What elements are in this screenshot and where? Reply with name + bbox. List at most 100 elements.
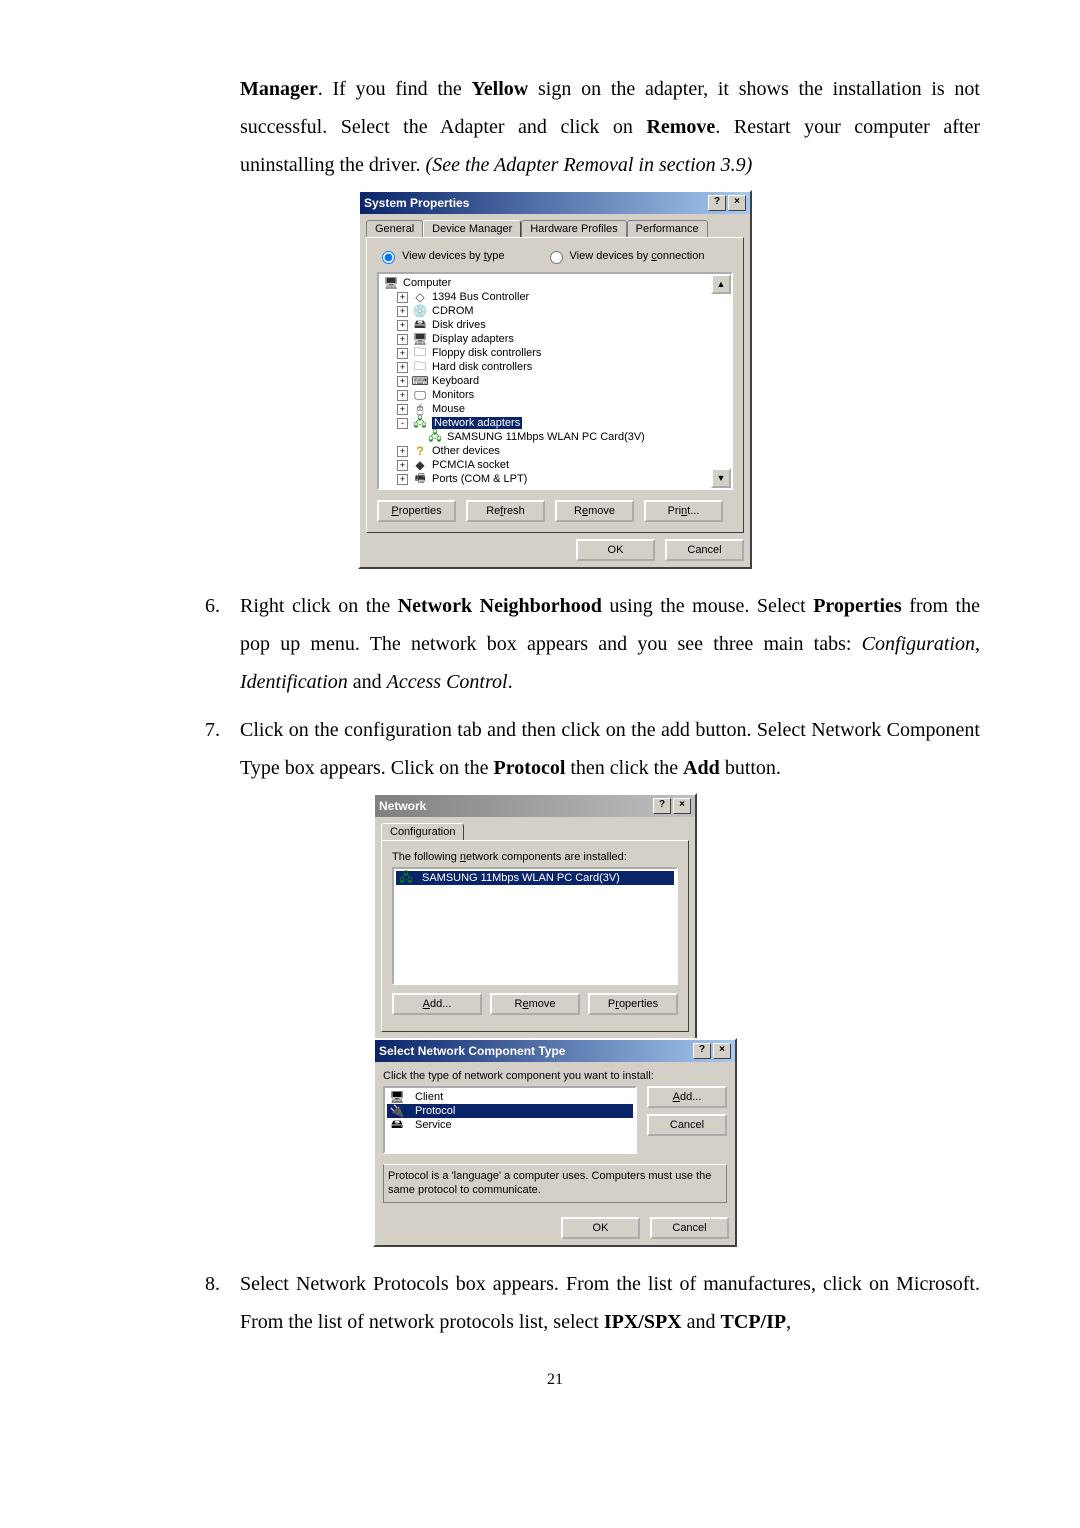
tree-label: Hard disk controllers (432, 361, 532, 373)
tree-item[interactable]: +🖥Display adapters (379, 332, 731, 346)
tab-device-manager[interactable]: Device Manager (423, 220, 521, 237)
step-8: 8. Select Network Protocols box appears.… (130, 1265, 980, 1341)
remove-button[interactable]: Remove (555, 500, 634, 522)
component-type-list[interactable]: 🖥Client 🔌Protocol 🖴Service (383, 1086, 637, 1154)
cancel-button[interactable]: Cancel (665, 539, 744, 561)
tree-label: Network adapters (432, 417, 522, 429)
tree-item[interactable]: + ◇ 1394 Bus Controller (379, 290, 731, 304)
close-icon[interactable]: × (673, 798, 691, 814)
cancel-button[interactable]: Cancel (647, 1114, 727, 1136)
tree-item[interactable]: + 🖵 Monitors (379, 388, 731, 402)
ok-button[interactable]: OK (576, 539, 655, 561)
device-icon: 🖥 (383, 276, 399, 290)
network-dialog: Network ? × Configuration The following … (373, 793, 697, 1040)
tab-configuration[interactable]: Configuration (381, 823, 464, 840)
properties-button[interactable]: Properties (377, 500, 456, 522)
remove-button[interactable]: Remove (490, 993, 580, 1015)
tree-label: Ports (COM & LPT) (432, 473, 527, 485)
device-icon: ◇ (412, 290, 428, 304)
expand-icon[interactable]: + (397, 292, 408, 303)
list-item[interactable]: 🖴Service (387, 1118, 633, 1132)
expand-icon[interactable]: + (397, 306, 408, 317)
dialog-title-text: System Properties (364, 196, 469, 210)
tree-item[interactable]: +🖴Disk drives (379, 318, 731, 332)
tree-item[interactable]: + 🖷 Ports (COM & LPT) (379, 472, 731, 486)
expand-icon[interactable]: + (397, 404, 408, 415)
refresh-button[interactable]: Refresh (466, 500, 545, 522)
tab-hardware-profiles[interactable]: Hardware Profiles (521, 220, 626, 237)
expand-icon[interactable]: + (397, 320, 408, 331)
tree-label: Computer (403, 277, 451, 289)
device-tree[interactable]: ▲ ▼ 🖥 Computer + ◇ 1394 Bus Controller+💿CDRO… (377, 272, 733, 490)
help-icon[interactable]: ? (693, 1043, 711, 1059)
tree-item[interactable]: +🗀Hard disk controllers (379, 360, 731, 374)
selcomp-titlebar: Select Network Component Type ? × (375, 1040, 735, 1062)
radio-view-by-type[interactable]: View devices by type (377, 248, 505, 264)
expand-icon[interactable]: + (397, 376, 408, 387)
components-listbox[interactable]: 🖧 SAMSUNG 11Mbps WLAN PC Card(3V) (392, 867, 678, 985)
close-icon[interactable]: × (728, 195, 746, 211)
tree-item[interactable]: +? Other devices (379, 444, 731, 458)
expand-icon[interactable]: + (397, 488, 408, 491)
tree-item[interactable]: +💿CDROM (379, 304, 731, 318)
expand-icon[interactable]: + (397, 334, 408, 345)
tree-item[interactable]: 🖥 Computer (379, 276, 731, 290)
tree-item[interactable]: +◆PCMCIA socket (379, 458, 731, 472)
expand-icon[interactable]: + (397, 474, 408, 485)
intro-paragraph: Manager. If you find the Yellow sign on … (240, 70, 980, 184)
device-icon: 🖷 (412, 472, 428, 486)
tree-label: CDROM (432, 305, 474, 317)
tree-item[interactable]: +🗀Floppy disk controllers (379, 346, 731, 360)
tree-label: Keyboard (432, 375, 479, 387)
dialog-titlebar: System Properties ? × (360, 192, 750, 214)
tree-label: Other devices (432, 445, 500, 457)
tree-label: Mouse (432, 403, 465, 415)
expand-icon[interactable]: + (397, 446, 408, 457)
tree-item[interactable]: +⌨Keyboard (379, 374, 731, 388)
tree-label: Monitors (432, 389, 474, 401)
tab-general[interactable]: General (366, 220, 423, 237)
close-icon[interactable]: × (713, 1043, 731, 1059)
step-6: 6. Right click on the Network Neighborho… (130, 587, 980, 701)
device-icon: 🎮 (412, 486, 428, 490)
cancel-button[interactable]: Cancel (650, 1217, 729, 1239)
ok-button[interactable]: OK (561, 1217, 640, 1239)
service-icon: 🖴 (389, 1118, 405, 1132)
list-item[interactable]: 🖧 SAMSUNG 11Mbps WLAN PC Card(3V) (396, 871, 674, 885)
print-button[interactable]: Print... (644, 500, 723, 522)
page-content: Manager. If you find the Yellow sign on … (0, 0, 1080, 1449)
tree-item[interactable]: +🎮Sound, video and game controllers (379, 486, 731, 490)
tab-performance[interactable]: Performance (627, 220, 708, 237)
scroll-down-icon[interactable]: ▼ (711, 468, 731, 488)
add-button[interactable]: Add... (647, 1086, 727, 1108)
tree-label: 1394 Bus Controller (432, 291, 529, 303)
tree-item[interactable]: 🖧SAMSUNG 11Mbps WLAN PC Card(3V) (379, 430, 731, 444)
list-item[interactable]: 🔌Protocol (387, 1104, 633, 1118)
tree-label: PCMCIA socket (432, 459, 509, 471)
network-titlebar: Network ? × (375, 795, 695, 817)
step-7: 7. Click on the configuration tab and th… (130, 711, 980, 787)
client-icon: 🖥 (389, 1090, 405, 1104)
tree-label: Disk drives (432, 319, 486, 331)
selcomp-prompt: Click the type of network component you … (383, 1070, 727, 1082)
properties-button[interactable]: Properties (588, 993, 678, 1015)
device-icon: 🖧 (427, 430, 443, 444)
help-icon[interactable]: ? (653, 798, 671, 814)
device-icon: 🖵 (412, 388, 428, 402)
expand-icon[interactable]: + (397, 460, 408, 471)
system-properties-dialog: System Properties ? × General Device Man… (358, 190, 752, 569)
scroll-up-icon[interactable]: ▲ (711, 274, 731, 294)
collapse-icon[interactable]: - (397, 418, 408, 429)
list-item[interactable]: 🖥Client (387, 1090, 633, 1104)
expand-icon[interactable]: + (397, 390, 408, 401)
system-properties-screenshot: System Properties ? × General Device Man… (130, 190, 980, 569)
device-icon: ? (412, 444, 428, 458)
help-icon[interactable]: ? (708, 195, 726, 211)
add-button[interactable]: Add... (392, 993, 482, 1015)
network-title: Network (379, 799, 426, 813)
radio-view-by-connection[interactable]: View devices by connection (545, 248, 705, 264)
expand-icon[interactable]: + (397, 362, 408, 373)
expand-icon[interactable]: + (397, 348, 408, 359)
selcomp-title: Select Network Component Type (379, 1044, 565, 1058)
tree-item[interactable]: +🖰Mouse (379, 402, 731, 416)
